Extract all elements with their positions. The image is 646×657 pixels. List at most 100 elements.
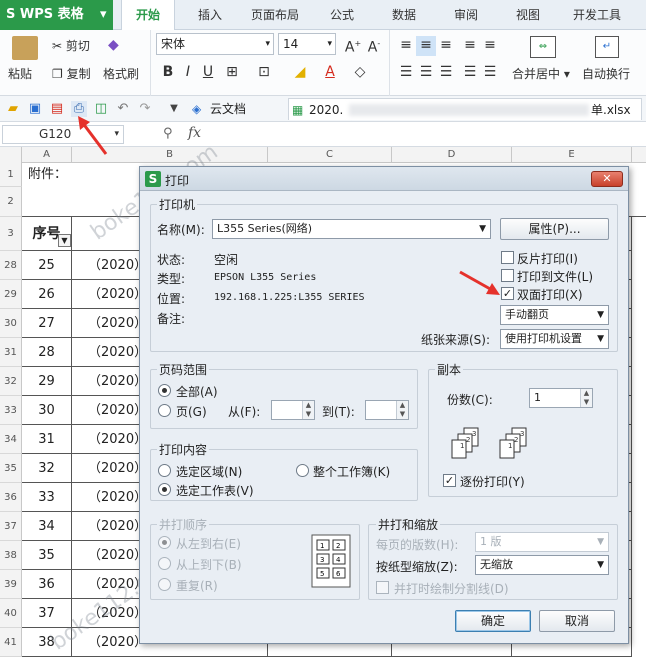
copy-button[interactable]: ❐ 复制 [52,65,91,82]
duplex-mode-select[interactable]: 手动翻页 ▼ [500,305,609,325]
spin-arrows-icon[interactable]: ▲ ▼ [580,389,592,407]
cell-a[interactable]: 29 [22,367,72,396]
eraser-icon[interactable]: ◆ [108,37,132,55]
draw-separator-checkbox[interactable] [376,581,389,594]
tab-data[interactable]: 数据 [382,0,426,30]
format-painter-button[interactable]: 格式刷 [103,65,139,82]
cell-a[interactable]: 26 [22,280,72,309]
font-name-select[interactable]: 宋体 ▾ [156,33,274,55]
pages-per-sheet-select[interactable]: 1 版 ▼ [475,532,609,552]
scale-select[interactable]: 无缩放 ▼ [475,555,609,575]
all-pages-radio[interactable] [158,384,171,397]
page-range-radio[interactable] [158,404,171,417]
column-header-c[interactable]: C [268,147,392,163]
close-icon[interactable]: ✕ [591,171,623,187]
cell-a[interactable]: 27 [22,309,72,338]
tab-insert[interactable]: 插入 [188,0,232,30]
row-header[interactable]: 38 [0,541,22,570]
distributed-icon[interactable]: ☰ [480,63,500,83]
eraser-format-icon[interactable]: ◇ [350,63,370,83]
clear-border-icon[interactable]: ⊡ [254,63,274,83]
wrap-text-icon[interactable]: ↵ [595,36,619,58]
cell-a[interactable]: 33 [22,483,72,512]
column-header-a[interactable]: A [22,147,72,163]
formula-input[interactable] [214,125,644,144]
align-left-icon[interactable]: ≡ [460,36,480,56]
undo-icon[interactable]: ↶ [115,101,131,117]
row-header[interactable]: 29 [0,280,22,309]
selection-radio[interactable] [158,464,171,477]
open-folder-icon[interactable]: ▰ [5,101,21,117]
wrap-text-button[interactable]: 自动换行 [582,65,630,82]
align-middle-icon[interactable]: ≡ [416,36,436,56]
cell-a[interactable]: 31 [22,425,72,454]
tab-home[interactable]: 开始 [121,0,175,31]
row-header[interactable]: 39 [0,570,22,599]
row-header[interactable]: 37 [0,512,22,541]
decrease-font-icon[interactable]: A- [364,35,384,56]
align-center-icon[interactable]: ≡ [480,36,500,56]
row-header[interactable]: 40 [0,599,22,628]
border-icon[interactable]: ⊞ [222,63,242,83]
row-header[interactable]: 32 [0,367,22,396]
cell-a[interactable]: 30 [22,396,72,425]
text-center-icon[interactable]: ☰ [416,63,436,83]
font-size-select[interactable]: 14 ▾ [278,33,336,55]
cell-a[interactable]: 35 [22,541,72,570]
paste-button[interactable]: 粘贴 [8,65,32,82]
repeat-radio[interactable] [158,578,171,591]
whole-workbook-radio[interactable] [296,464,309,477]
left-to-right-radio[interactable] [158,536,171,549]
column-header-e[interactable]: E [512,147,632,163]
tab-review[interactable]: 审阅 [444,0,488,30]
row-header[interactable]: 2 [0,187,22,217]
text-right-icon[interactable]: ☰ [436,63,456,83]
export-pdf-icon[interactable]: ▤ [49,101,65,117]
cloud-docs-tab[interactable]: ◈ 云文档 [190,98,282,120]
zoom-icon[interactable]: ⚲ [163,126,173,141]
to-page-input[interactable]: ▲ ▼ [365,400,409,420]
redo-icon[interactable]: ↷ [137,101,153,117]
collate-checkbox[interactable]: ✓ [443,474,456,487]
merge-center-button[interactable]: 合并居中 ▾ [512,65,570,82]
italic-icon[interactable]: I [178,63,198,83]
copies-input[interactable]: 1 ▲ ▼ [529,388,593,408]
spin-arrows-icon[interactable]: ▲ ▼ [396,401,408,419]
paste-icon[interactable] [12,36,38,60]
row-header[interactable]: 41 [0,628,22,657]
font-color-icon[interactable]: A [320,63,340,83]
function-button[interactable]: fx [188,125,201,141]
cancel-button[interactable]: 取消 [539,610,615,632]
cell-a[interactable]: 36 [22,570,72,599]
chevron-down-icon[interactable]: ▼ [166,101,182,117]
cell-a[interactable]: 28 [22,338,72,367]
text-left-icon[interactable]: ☰ [396,63,416,83]
fill-color-icon[interactable]: ◢ [290,63,310,83]
cell-a[interactable]: 34 [22,512,72,541]
tab-page-layout[interactable]: 页面布局 [242,0,308,30]
filter-dropdown-icon[interactable]: ▼ [58,234,71,247]
column-header-d[interactable]: D [392,147,512,163]
justify-icon[interactable]: ☰ [460,63,480,83]
align-top-icon[interactable]: ≡ [396,36,416,56]
select-all-corner[interactable] [0,147,22,163]
save-icon[interactable]: ▣ [27,101,43,117]
row-header[interactable]: 28 [0,251,22,280]
print-to-file-checkbox[interactable] [501,269,514,282]
reverse-print-checkbox[interactable] [501,251,514,264]
ok-button[interactable]: 确定 [455,610,531,632]
row-header[interactable]: 35 [0,454,22,483]
row-header[interactable]: 34 [0,425,22,454]
cut-button[interactable]: ✂ 剪切 [52,37,90,54]
increase-font-icon[interactable]: A+ [343,35,363,56]
cell-a[interactable]: 32 [22,454,72,483]
properties-button[interactable]: 属性(P)... [500,218,609,240]
row-header[interactable]: 33 [0,396,22,425]
merge-center-icon[interactable]: ⇔ [530,36,556,58]
align-bottom-icon[interactable]: ≡ [436,36,456,56]
from-page-input[interactable]: ▲ ▼ [271,400,315,420]
row-header[interactable]: 30 [0,309,22,338]
selected-sheets-radio[interactable] [158,483,171,496]
top-to-bottom-radio[interactable] [158,557,171,570]
duplex-print-checkbox[interactable]: ✓ [501,287,514,300]
